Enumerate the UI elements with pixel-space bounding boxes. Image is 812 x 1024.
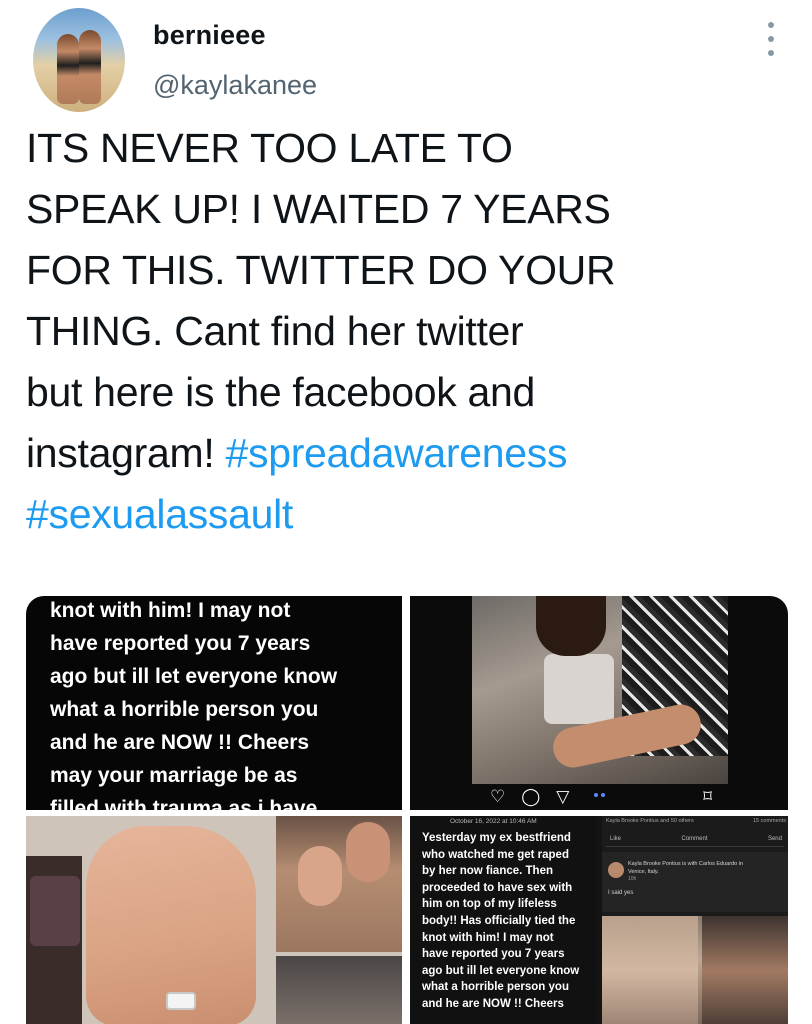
facebook-post: October 16, 2022 at 10:46 AM Yesterday m… <box>410 816 596 1024</box>
facebook-post-line: what a horrible person you <box>422 981 569 994</box>
send-button: Send <box>767 836 782 842</box>
media-tile-ring-photo[interactable] <box>26 816 402 1024</box>
tweet-text-line: ITS NEVER TOO LATE TO <box>26 125 513 171</box>
shared-caption: I said yes <box>608 890 634 896</box>
story-text-line: knot with him! I may not <box>50 599 291 622</box>
photo-face <box>298 846 342 906</box>
facebook-action-row: Like Comment Send <box>610 836 782 842</box>
display-name[interactable]: bernieee <box>153 20 266 51</box>
bookmark-icon[interactable]: ⌑ <box>703 787 712 807</box>
avatar-figure <box>57 34 79 104</box>
tweet-text-line: FOR THIS. TWITTER DO YOUR <box>26 247 616 293</box>
photo-dress <box>544 654 614 724</box>
hashtag-link[interactable]: #sexualassault <box>26 491 293 537</box>
story-text: knot with him! I may not have reported y… <box>50 596 337 810</box>
facebook-shared-card: Kayla Brooke Pontius is with Carlos Edua… <box>602 852 788 912</box>
shared-author-text: Kayla Brooke Pontius is with Carlos Edua… <box>628 861 743 867</box>
facebook-post-line: him on top of my lifeless <box>422 898 557 911</box>
avatar[interactable] <box>33 8 125 112</box>
facebook-post-line: who watched me get raped <box>422 848 569 861</box>
selfie-photo <box>276 816 402 952</box>
photo-hair <box>536 596 606 656</box>
tweet-text-fragment: instagram! <box>26 430 226 476</box>
facebook-post-line: knot with him! I may not <box>422 931 554 944</box>
avatar <box>608 862 624 878</box>
tweet-text-line: instagram! #spreadawareness <box>26 423 786 484</box>
facebook-post-line: proceeded to have sex with <box>422 881 573 894</box>
photo-phone <box>30 876 80 946</box>
instagram-action-bar: ♡ ◯ ▽ ⌑ <box>410 784 788 810</box>
tweet-text-line: THING. Cant find her twitter <box>26 308 524 354</box>
hashtag-link[interactable]: #spreadawareness <box>226 430 568 476</box>
shared-location-text: Venice, Italy. <box>628 869 659 875</box>
selfie-photo <box>276 956 402 1024</box>
photo-panel <box>702 916 788 1024</box>
tweet-detail: bernieee @kaylakanee ITS NEVER TOO LATE … <box>0 0 812 1024</box>
story-text-line: and he are NOW !! Cheers <box>50 731 310 754</box>
photo-panel <box>602 916 698 1024</box>
shared-author-line: Kayla Brooke Pontius is with Carlos Edua… <box>628 860 743 876</box>
facebook-shared-post: Kayla Brooke Pontius and 50 others 15 co… <box>602 816 788 1024</box>
divider <box>606 846 784 847</box>
facebook-post-line: and he are NOW !! Cheers <box>422 997 564 1010</box>
facebook-reaction-summary: Kayla Brooke Pontius and 50 others 15 co… <box>606 818 786 824</box>
facebook-post-line: body!! Has officially tied the <box>422 914 576 927</box>
comment-button: Comment <box>681 836 708 842</box>
couple-photo <box>472 596 728 784</box>
ring-image <box>166 992 196 1010</box>
tweet-text: ITS NEVER TOO LATE TO SPEAK UP! I WAITED… <box>26 118 786 545</box>
story-text-line: may your marriage be as <box>50 764 298 787</box>
facebook-shared-photo <box>602 916 788 1024</box>
facebook-post-line: by her now fiance. Then <box>422 865 553 878</box>
facebook-post-line: Yesterday my ex bestfriend <box>422 832 571 844</box>
share-icon[interactable]: ▽ <box>556 787 569 807</box>
media-tile-facebook-screenshot[interactable]: October 16, 2022 at 10:46 AM Yesterday m… <box>410 816 788 1024</box>
reaction-count: Kayla Brooke Pontius and 50 others <box>606 818 694 824</box>
photo-face <box>346 822 390 882</box>
comment-icon[interactable]: ◯ <box>521 787 540 807</box>
facebook-post-date: October 16, 2022 at 10:46 AM <box>450 818 537 825</box>
media-tile-instagram-photo[interactable]: ♡ ◯ ▽ ⌑ <box>410 596 788 810</box>
tweet-text-line: SPEAK UP! I WAITED 7 YEARS <box>26 186 611 232</box>
story-text-line: filled with trauma as i have <box>50 797 318 810</box>
carousel-dots <box>594 793 605 797</box>
facebook-post-line: have reported you 7 years <box>422 948 565 961</box>
story-text-line: ago but ill let everyone know <box>50 665 338 688</box>
shared-time: 10h <box>628 876 637 882</box>
tweet-text-line: #sexualassault <box>26 484 786 545</box>
tweet-text-line: but here is the facebook and <box>26 369 536 415</box>
media-grid: knot with him! I may not have reported y… <box>26 596 788 1024</box>
more-options-icon[interactable] <box>764 22 778 56</box>
user-handle[interactable]: @kaylakanee <box>153 70 317 101</box>
avatar-figure <box>79 30 101 104</box>
story-text-line: what a horrible person you <box>50 698 319 721</box>
like-button: Like <box>610 836 622 842</box>
comments-count: 15 comments <box>752 818 786 824</box>
facebook-post-text: Yesterday my ex bestfriend who watched m… <box>422 830 579 1013</box>
facebook-post-line: ago but ill let everyone know <box>422 964 580 977</box>
media-tile-story[interactable]: knot with him! I may not have reported y… <box>26 596 402 810</box>
heart-icon[interactable]: ♡ <box>490 787 505 807</box>
story-text-line: have reported you 7 years <box>50 632 311 655</box>
